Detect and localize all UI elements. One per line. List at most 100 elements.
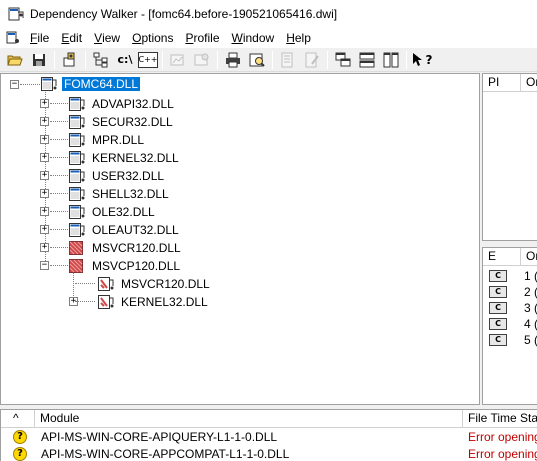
expand-toggle[interactable]: + [40, 135, 49, 144]
tree-node-label[interactable]: KERNEL32.DLL [121, 295, 208, 309]
tree-node-label[interactable]: OLEAUT32.DLL [92, 223, 179, 237]
tree-line [50, 175, 68, 176]
warning-icon: ? [13, 447, 27, 461]
edit-list-icon[interactable] [301, 50, 323, 70]
menu-file[interactable]: File [24, 28, 55, 48]
window-title: Dependency Walker - [fomc64.before-19052… [30, 7, 338, 21]
toolbar-separator [406, 50, 407, 69]
tree-line [50, 121, 68, 122]
tile-vertical-icon[interactable] [380, 50, 402, 70]
tree-line [50, 211, 68, 212]
tree-structure-icon[interactable] [90, 50, 112, 70]
find-icon[interactable] [246, 50, 268, 70]
expand-toggle[interactable]: + [40, 189, 49, 198]
module-status: Error opening [468, 447, 537, 461]
warning-icon: ? [13, 430, 27, 444]
duplicate-module-icon [98, 295, 114, 309]
menu-profile[interactable]: Profile [179, 28, 225, 48]
undecorate-cpp-button[interactable]: C++ [138, 51, 158, 68]
tree-node-label[interactable]: MSVCR120.DLL [92, 241, 181, 255]
tree-node-label[interactable]: MSVCR120.DLL [121, 277, 210, 291]
toolbar-separator [85, 50, 86, 69]
document-icon [6, 31, 20, 45]
c-function-icon: C [489, 286, 507, 298]
cascade-windows-icon[interactable] [332, 50, 354, 70]
export-ordinal[interactable]: 3 ( [524, 301, 537, 315]
tree-line [50, 103, 68, 104]
module-icon [69, 151, 85, 165]
tree-node-label[interactable]: SECUR32.DLL [92, 115, 173, 129]
tree-node-label[interactable]: SHELL32.DLL [92, 187, 169, 201]
open-folder-icon[interactable] [4, 50, 26, 70]
tree-line [75, 283, 95, 284]
collapse-toggle[interactable]: − [10, 80, 19, 89]
profile-icon[interactable] [167, 50, 189, 70]
tree-line [50, 193, 68, 194]
print-icon[interactable] [222, 50, 244, 70]
tree-root-label[interactable]: FOMC64.DLL [60, 76, 142, 92]
toolbar-separator [162, 50, 163, 69]
collapse-toggle[interactable]: − [40, 261, 49, 270]
module-icon [69, 187, 85, 201]
settings-icon[interactable] [191, 50, 213, 70]
column-header-module[interactable]: Module [35, 410, 463, 428]
module-icon [69, 169, 85, 183]
list-icon[interactable] [277, 50, 299, 70]
expand-toggle[interactable]: + [40, 117, 49, 126]
export-ordinal[interactable]: 5 ( [524, 333, 537, 347]
copy-icon[interactable] [59, 50, 81, 70]
column-header-ordinal[interactable]: Or [521, 248, 537, 266]
tree-node-label[interactable]: OLE32.DLL [92, 205, 155, 219]
export-functions-panel[interactable]: E Or C 1 (C 2 (C 3 (C 4 (C 5 ( [482, 247, 537, 405]
toolbar: c:\ C++ ? [0, 48, 537, 72]
column-header-sort[interactable]: ^ [1, 410, 35, 428]
import-functions-panel[interactable]: PI Or [482, 73, 537, 241]
expand-toggle[interactable]: + [40, 207, 49, 216]
tile-horizontal-icon[interactable] [356, 50, 378, 70]
c-function-icon: C [489, 318, 507, 330]
menu-options[interactable]: Options [126, 28, 179, 48]
menu-window[interactable]: Window [226, 28, 281, 48]
expand-toggle[interactable]: + [40, 99, 49, 108]
menu-system[interactable] [0, 28, 24, 48]
module-icon [69, 205, 85, 219]
expand-toggle[interactable]: + [40, 153, 49, 162]
export-ordinal[interactable]: 1 ( [524, 269, 537, 283]
tree-node-label[interactable]: KERNEL32.DLL [92, 151, 179, 165]
context-help-icon[interactable]: ? [411, 50, 433, 70]
column-header-e[interactable]: E [483, 248, 521, 266]
missing-module-icon [69, 241, 85, 255]
module-status: Error opening [468, 430, 537, 444]
menu-edit[interactable]: Edit [55, 28, 88, 48]
module-icon [69, 97, 85, 111]
column-header-pi[interactable]: PI [483, 74, 521, 92]
tree-line [20, 84, 40, 85]
tree-line [50, 247, 68, 248]
save-icon[interactable] [28, 50, 50, 70]
tree-node-label[interactable]: MSVCP120.DLL [92, 259, 180, 273]
tree-node-label[interactable]: ADVAPI32.DLL [92, 97, 174, 111]
tree-line [75, 301, 95, 302]
module-name[interactable]: API-MS-WIN-CORE-APPCOMPAT-L1-1-0.DLL [41, 447, 289, 461]
expand-toggle[interactable]: + [40, 243, 49, 252]
column-header-ordinal[interactable]: Or [521, 74, 537, 92]
module-name[interactable]: API-MS-WIN-CORE-APIQUERY-L1-1-0.DLL [41, 430, 277, 444]
full-path-button[interactable]: c:\ [114, 50, 136, 70]
c-function-icon: C [489, 334, 507, 346]
expand-toggle[interactable]: + [40, 171, 49, 180]
export-ordinal[interactable]: 4 ( [524, 317, 537, 331]
dependency-tree[interactable]: − FOMC64.DLL + ADVAPI32.DLL + SECUR32.DLL + M… [0, 73, 480, 405]
export-ordinal[interactable]: 2 ( [524, 285, 537, 299]
column-header-file-time[interactable]: File Time Star [463, 410, 537, 428]
missing-module-icon [69, 259, 85, 273]
toolbar-separator [217, 50, 218, 69]
module-list[interactable]: ^ Module File Time Star ? API-MS-WIN-CORE… [0, 409, 537, 461]
module-icon [69, 223, 85, 237]
menu-view[interactable]: View [88, 28, 126, 48]
title-bar: Dependency Walker - [fomc64.before-19052… [0, 0, 537, 28]
module-icon [69, 115, 85, 129]
expand-toggle[interactable]: + [40, 225, 49, 234]
menu-help[interactable]: Help [280, 28, 317, 48]
tree-node-label[interactable]: USER32.DLL [92, 169, 164, 183]
tree-node-label[interactable]: MPR.DLL [92, 133, 144, 147]
